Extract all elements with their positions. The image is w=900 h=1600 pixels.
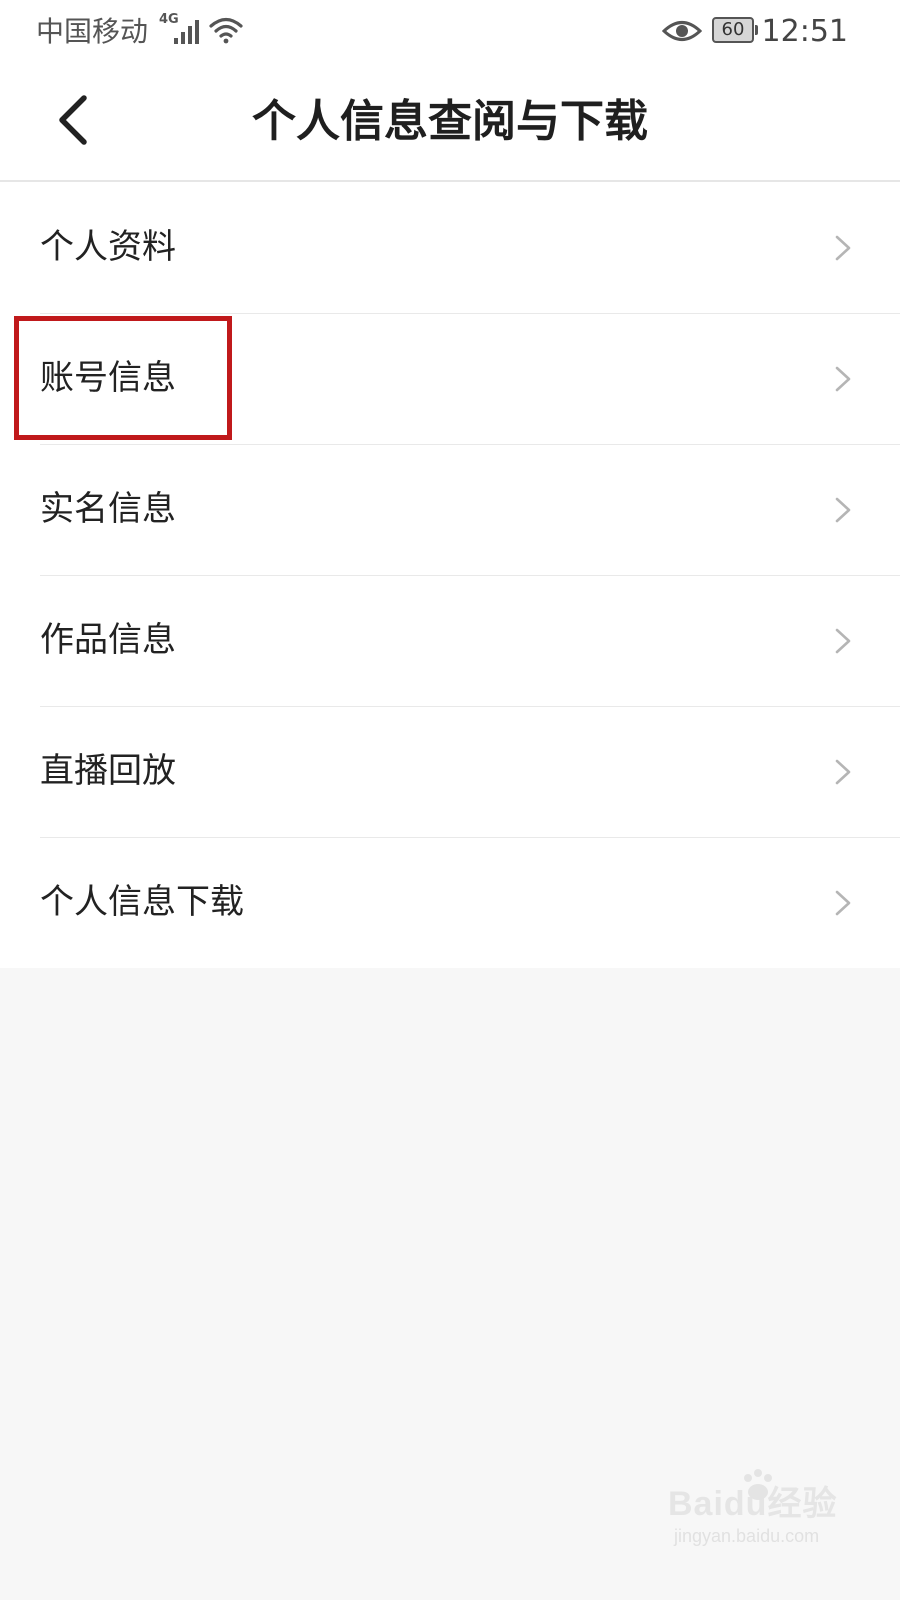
nav-bar: 个人信息查阅与下载 bbox=[0, 64, 900, 182]
paw-icon bbox=[744, 1469, 772, 1500]
chevron-right-icon bbox=[835, 366, 851, 392]
eye-icon bbox=[662, 21, 702, 41]
battery-level: 60 bbox=[721, 19, 745, 40]
menu-item-label: 个人信息下载 bbox=[40, 882, 244, 922]
carrier-name: 中国移动 bbox=[36, 15, 149, 48]
menu-item-label: 实名信息 bbox=[40, 489, 176, 529]
menu-item-personal-profile[interactable]: 个人资料 bbox=[0, 182, 900, 313]
menu-item-info-download[interactable]: 个人信息下载 bbox=[0, 837, 900, 968]
signal-icon bbox=[174, 20, 199, 44]
chevron-right-icon bbox=[835, 235, 851, 261]
page-title: 个人信息查阅与下载 bbox=[252, 96, 648, 147]
menu-item-label: 个人资料 bbox=[40, 227, 176, 267]
chevron-right-icon bbox=[835, 890, 851, 916]
watermark: Baidu经验 jingyan.baidu.com bbox=[668, 1466, 838, 1556]
menu-item-works-info[interactable]: 作品信息 bbox=[0, 575, 900, 706]
menu-item-account-info[interactable]: 账号信息 bbox=[0, 313, 900, 444]
status-bar: 中国移动 4G 60 12:51 bbox=[0, 0, 900, 64]
menu-item-realname-info[interactable]: 实名信息 bbox=[0, 444, 900, 575]
wifi-icon bbox=[209, 17, 243, 44]
status-time: 12:51 bbox=[761, 14, 848, 49]
chevron-right-icon bbox=[835, 497, 851, 523]
menu-item-live-replay[interactable]: 直播回放 bbox=[0, 706, 900, 837]
menu-item-label: 作品信息 bbox=[40, 620, 176, 660]
battery-cap bbox=[755, 25, 758, 35]
battery-icon: 60 bbox=[712, 17, 758, 43]
menu-item-label: 直播回放 bbox=[40, 751, 176, 791]
menu-item-label: 账号信息 bbox=[40, 358, 176, 398]
chevron-right-icon bbox=[835, 759, 851, 785]
chevron-right-icon bbox=[835, 628, 851, 654]
menu-list: 个人资料 账号信息 实名信息 作品信息 直播回放 个人信息下载 bbox=[0, 182, 900, 968]
watermark-url: jingyan.baidu.com bbox=[674, 1526, 820, 1546]
